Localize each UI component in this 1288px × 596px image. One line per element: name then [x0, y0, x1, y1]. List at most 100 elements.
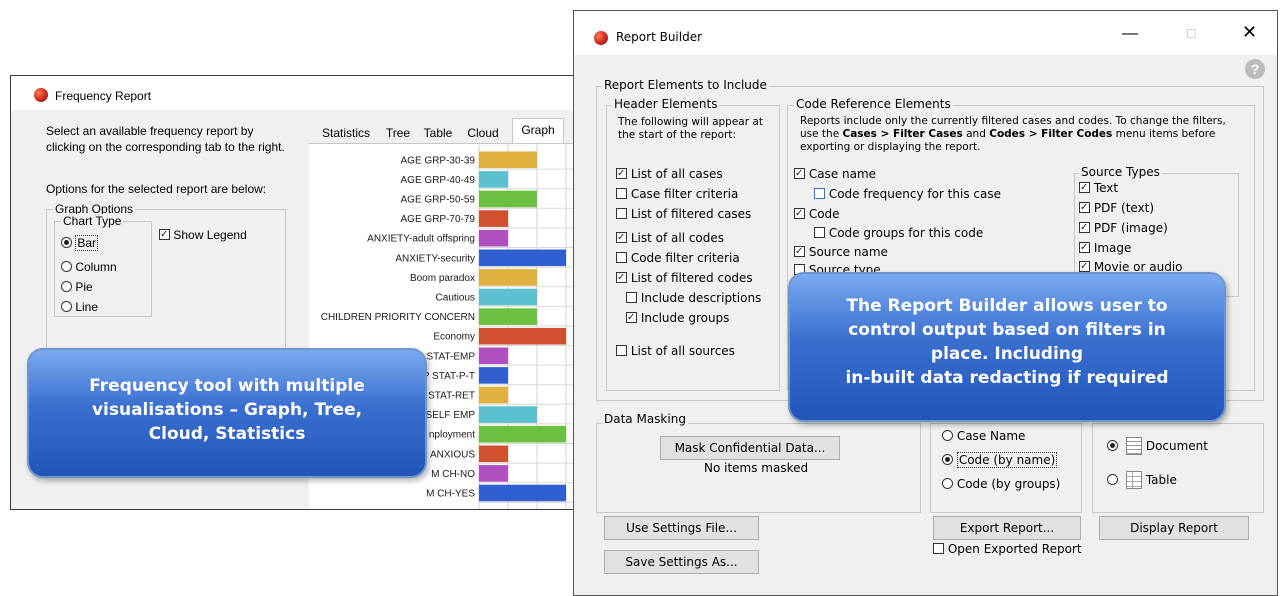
- bar: [479, 249, 566, 267]
- checkbox-icon[interactable]: [1079, 222, 1090, 233]
- tab-tree[interactable]: Tree: [378, 121, 418, 143]
- checkbox-icon[interactable]: [1079, 182, 1090, 193]
- source-type-pdf-image[interactable]: PDF (image): [1079, 221, 1168, 235]
- bar: [479, 484, 566, 502]
- checkbox-icon[interactable]: [616, 168, 627, 179]
- save-settings-button[interactable]: Save Settings As...: [604, 550, 759, 574]
- checkbox-icon[interactable]: [626, 312, 637, 323]
- radio-icon[interactable]: [61, 301, 72, 312]
- bar-label: ANXIOUS: [430, 449, 475, 460]
- no-items-masked-text: No items masked: [704, 461, 809, 475]
- radio-icon[interactable]: [61, 261, 72, 272]
- checkbox-icon[interactable]: [626, 292, 637, 303]
- checkbox-icon[interactable]: [794, 168, 805, 179]
- bar-label: Economy: [433, 332, 475, 343]
- checkbox-icon[interactable]: [616, 188, 627, 199]
- tab-graph[interactable]: Graph: [512, 118, 564, 143]
- header-item-all-codes[interactable]: List of all codes: [616, 231, 724, 245]
- chart-type-line[interactable]: Line: [61, 300, 98, 314]
- code-ref-code[interactable]: Code: [794, 207, 840, 221]
- sort-case-name[interactable]: Case Name: [942, 429, 1025, 443]
- sort-code-by-name[interactable]: Code (by name): [942, 452, 1058, 468]
- minimize-icon[interactable]: —: [1122, 25, 1138, 43]
- bar: [479, 347, 508, 365]
- bar: [479, 210, 508, 227]
- source-type-pdf-text[interactable]: PDF (text): [1079, 201, 1154, 215]
- maximize-icon[interactable]: □: [1187, 25, 1195, 41]
- checkbox-icon[interactable]: [933, 543, 944, 554]
- checkbox-icon[interactable]: [616, 345, 627, 356]
- freq-description: Select an available frequency report by …: [46, 124, 285, 154]
- chart-type-pie[interactable]: Pie: [61, 280, 93, 294]
- frequency-callout-text: Frequency tool with multiple visualisati…: [89, 376, 365, 444]
- header-item-all-sources[interactable]: List of all sources: [616, 344, 735, 358]
- checkbox-icon[interactable]: [794, 208, 805, 219]
- header-item-code-filter[interactable]: Code filter criteria: [616, 251, 740, 265]
- header-item-filtered-codes[interactable]: List of filtered codes: [616, 271, 753, 285]
- checkbox-icon[interactable]: [616, 252, 627, 263]
- tab-table[interactable]: Table: [418, 121, 458, 143]
- checkbox-icon[interactable]: [814, 227, 825, 238]
- radio-icon[interactable]: [942, 430, 953, 441]
- bar: [479, 465, 508, 482]
- code-ref-case-name[interactable]: Case name: [794, 167, 876, 181]
- source-types-label: Source Types: [1079, 165, 1162, 179]
- rb-window-title: Report Builder: [616, 30, 703, 44]
- display-report-button[interactable]: Display Report: [1099, 516, 1249, 540]
- use-settings-file-button[interactable]: Use Settings File...: [604, 516, 759, 540]
- open-exported-report-checkbox[interactable]: Open Exported Report: [933, 542, 1082, 556]
- header-item-all-cases[interactable]: List of all cases: [616, 167, 723, 181]
- bar-label: AGE GRP-40-49: [401, 175, 476, 186]
- checkbox-icon[interactable]: [794, 246, 805, 257]
- code-ref-source-name[interactable]: Source name: [794, 245, 888, 259]
- format-table[interactable]: Table: [1107, 471, 1177, 489]
- header-item-filtered-cases[interactable]: List of filtered cases: [616, 207, 751, 221]
- header-item-include-groups[interactable]: Include groups: [626, 311, 729, 325]
- checkbox-icon[interactable]: [1079, 261, 1090, 272]
- radio-icon[interactable]: [1107, 474, 1118, 485]
- bar: [479, 406, 537, 423]
- checkbox-icon[interactable]: [616, 208, 627, 219]
- radio-icon[interactable]: [942, 454, 953, 465]
- data-masking-label: Data Masking: [602, 412, 688, 426]
- bar-label: Cautious: [436, 293, 475, 304]
- source-type-image[interactable]: Image: [1079, 241, 1131, 255]
- bar-label: CHILDREN PRIORITY CONCERN: [321, 312, 475, 323]
- export-report-button[interactable]: Export Report...: [933, 516, 1081, 540]
- sort-code-by-groups[interactable]: Code (by groups): [942, 477, 1060, 491]
- bar: [479, 171, 508, 188]
- bar: [479, 229, 508, 247]
- tab-cloud[interactable]: Cloud: [458, 121, 508, 143]
- header-item-include-descriptions[interactable]: Include descriptions: [626, 291, 761, 305]
- radio-icon[interactable]: [61, 281, 72, 292]
- checkbox-icon[interactable]: [1079, 242, 1090, 253]
- frequency-callout: Frequency tool with multiple visualisati…: [27, 348, 427, 478]
- show-legend-checkbox[interactable]: Show Legend: [159, 228, 247, 242]
- checkbox-icon[interactable]: [616, 232, 627, 243]
- report-builder-callout-line2: in-built data redacting if required: [845, 368, 1169, 388]
- chart-type-column[interactable]: Column: [61, 260, 117, 274]
- code-ref-code-groups[interactable]: Code groups for this code: [814, 226, 983, 240]
- bar: [479, 308, 537, 325]
- mask-confidential-button[interactable]: Mask Confidential Data...: [660, 436, 840, 460]
- question-circle-icon[interactable]: ?: [1245, 59, 1265, 79]
- checkbox-icon[interactable]: [814, 188, 825, 199]
- close-icon[interactable]: ✕: [1242, 22, 1257, 43]
- tab-statistics[interactable]: Statistics: [314, 121, 378, 143]
- checkbox-icon[interactable]: [1079, 202, 1090, 213]
- code-ref-label: Code Reference Elements: [794, 97, 953, 111]
- code-ref-code-frequency[interactable]: Code frequency for this case: [814, 187, 1001, 201]
- bar-label: M CH-YES: [426, 489, 475, 500]
- bar: [479, 367, 508, 384]
- format-document[interactable]: Document: [1107, 437, 1208, 455]
- checkbox-icon[interactable]: [159, 229, 170, 240]
- bar-label: SELF EMP: [426, 410, 476, 421]
- radio-icon[interactable]: [61, 237, 72, 248]
- header-item-case-filter[interactable]: Case filter criteria: [616, 187, 738, 201]
- checkbox-icon[interactable]: [616, 272, 627, 283]
- freq-window-title: Frequency Report: [55, 89, 152, 103]
- chart-type-bar[interactable]: Bar: [61, 235, 99, 251]
- radio-icon[interactable]: [942, 478, 953, 489]
- source-type-text[interactable]: Text: [1079, 181, 1118, 195]
- radio-icon[interactable]: [1107, 440, 1118, 451]
